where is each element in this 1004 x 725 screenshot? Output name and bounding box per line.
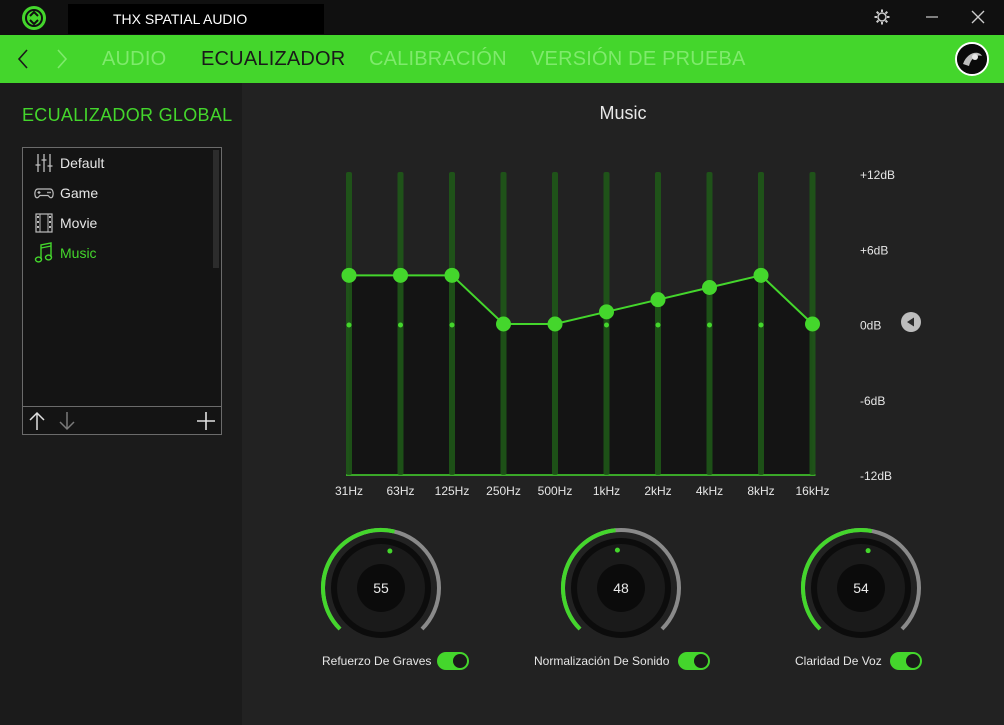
eq-band-handle[interactable]	[805, 316, 820, 332]
arrow-down-icon	[59, 412, 75, 431]
knob-normalizacion-de-sonido[interactable]: 48	[556, 523, 686, 653]
tab-ecualizador[interactable]: ECUALIZADOR	[201, 35, 345, 83]
eq-band-handle[interactable]	[496, 316, 511, 332]
sliders-icon	[33, 152, 55, 174]
toggle-normalizacion-de-sonido[interactable]	[678, 652, 710, 670]
eq-curve-fill	[349, 275, 813, 475]
preset-item-default[interactable]: Default	[23, 148, 211, 178]
tab-calibracion[interactable]: CALIBRACIÓN	[369, 35, 507, 83]
close-icon	[971, 10, 985, 24]
avatar[interactable]	[955, 42, 989, 76]
toggle-claridad-de-voz[interactable]	[890, 652, 922, 670]
toggle-thumb	[453, 654, 467, 668]
preset-toolbar	[23, 406, 221, 434]
preset-label: Movie	[60, 215, 98, 231]
film-icon	[33, 212, 55, 234]
freq-tick-label: 125Hz	[435, 484, 470, 498]
knob-claridad-de-voz[interactable]: 54	[796, 523, 926, 653]
move-up-button[interactable]	[25, 409, 49, 433]
knob-label: Normalización De Sonido	[534, 654, 670, 668]
eq-zero-marker	[449, 322, 455, 328]
equalizer-graph: +12dB +6dB 0dB -6dB -12dB 31Hz 63Hz 125Hz 250Hz…	[335, 168, 921, 498]
chevron-right-icon	[57, 49, 68, 69]
equalizer-panel: Music +12dB +6dB 0dB -6dB -12dB 31Hz 63Hz 125H…	[242, 83, 1004, 725]
db-tick-label: +12dB	[860, 168, 895, 182]
db-tick-label: +6dB	[860, 243, 888, 257]
preset-list: Default Game Movie Music	[22, 147, 222, 435]
eq-zero-marker	[604, 322, 609, 328]
eq-band-handle[interactable]	[599, 304, 614, 320]
eq-band-handle[interactable]	[444, 267, 460, 283]
freq-tick-label: 1kHz	[593, 484, 620, 498]
preset-label: Music	[60, 245, 97, 261]
minimize-icon	[926, 16, 938, 18]
knob-value: 54	[853, 580, 869, 596]
profile-image-icon	[957, 44, 987, 74]
freq-tick-label: 31Hz	[335, 484, 363, 498]
chevron-left-icon	[17, 49, 28, 69]
eq-band-handle[interactable]	[753, 267, 769, 283]
sidebar: ECUALIZADOR GLOBAL Default Game Movie Mu…	[0, 83, 242, 725]
title-bar: THX SPATIAL AUDIO	[0, 0, 1004, 35]
back-button[interactable]	[11, 47, 35, 71]
gamepad-icon	[33, 182, 55, 204]
eq-zero-marker	[655, 322, 661, 328]
arrow-up-icon	[29, 411, 45, 430]
app-title: THX SPATIAL AUDIO	[68, 4, 324, 34]
toggle-thumb	[906, 654, 920, 668]
nav-bar: AUDIO ECUALIZADOR CALIBRACIÓN VERSIÓN DE…	[0, 35, 1004, 83]
preset-list-scrollbar[interactable]	[213, 150, 219, 268]
razer-logo-icon	[21, 5, 47, 31]
freq-tick-label: 16kHz	[795, 484, 829, 498]
eq-band-handle[interactable]	[393, 267, 408, 283]
eq-band-handle[interactable]	[547, 316, 563, 332]
gear-icon	[874, 9, 890, 25]
eq-zero-marker	[346, 322, 352, 328]
music-note-icon	[33, 242, 55, 264]
knob-value: 55	[373, 580, 389, 596]
tab-audio[interactable]: AUDIO	[102, 35, 166, 83]
sidebar-title: ECUALIZADOR GLOBAL	[22, 105, 233, 125]
eq-band-handle[interactable]	[702, 279, 717, 295]
reset-zero-button[interactable]	[901, 312, 921, 332]
plus-icon	[197, 412, 215, 430]
forward-button[interactable]	[50, 47, 74, 71]
toggle-thumb	[694, 654, 708, 668]
freq-tick-label: 8kHz	[747, 484, 774, 498]
db-tick-label: -12dB	[860, 469, 892, 483]
freq-tick-label: 63Hz	[386, 484, 414, 498]
preset-label: Default	[60, 155, 105, 171]
eq-band-handle[interactable]	[650, 292, 666, 308]
knob-value: 48	[613, 580, 629, 596]
db-tick-label: -6dB	[860, 394, 885, 408]
eq-zero-marker	[758, 322, 764, 328]
freq-tick-label: 500Hz	[538, 484, 573, 498]
freq-tick-label: 4kHz	[696, 484, 723, 498]
knob-label: Claridad De Voz	[795, 654, 882, 668]
settings-button[interactable]	[867, 4, 897, 30]
preset-item-game[interactable]: Game	[23, 178, 211, 208]
knob-refuerzo-de-graves[interactable]: 55	[316, 523, 446, 653]
eq-zero-marker	[707, 322, 712, 328]
preset-label: Game	[60, 185, 99, 201]
preset-item-music[interactable]: Music	[23, 238, 211, 268]
eq-band-handle[interactable]	[341, 267, 357, 283]
freq-tick-label: 250Hz	[486, 484, 521, 498]
preset-item-movie[interactable]: Movie	[23, 208, 211, 238]
db-tick-label: 0dB	[860, 319, 881, 333]
toggle-refuerzo-de-graves[interactable]	[437, 652, 469, 670]
close-button[interactable]	[963, 4, 993, 30]
knob-label: Refuerzo De Graves	[322, 654, 432, 668]
tab-version-de-prueba[interactable]: VERSIÓN DE PRUEBA	[531, 35, 746, 83]
eq-zero-marker	[398, 322, 403, 328]
move-down-button[interactable]	[55, 409, 79, 433]
minimize-button[interactable]	[917, 4, 947, 30]
freq-tick-label: 2kHz	[644, 484, 671, 498]
add-preset-button[interactable]	[194, 409, 218, 433]
